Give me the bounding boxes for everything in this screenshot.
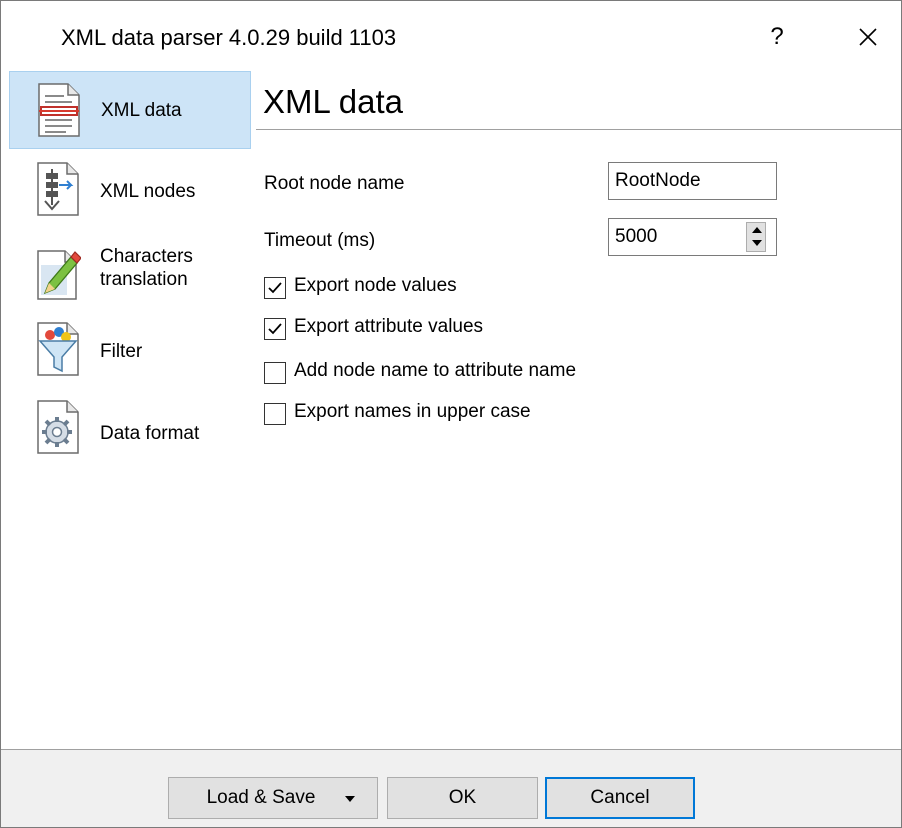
sidebar-item-label: Characters translation [100,246,193,290]
window-title: XML data parser 4.0.29 build 1103 [61,25,397,50]
sidebar-item-label: XML nodes [100,181,196,202]
title-bar: XML data parser 4.0.29 build 1103 ? [1,1,901,61]
root-node-label: Root node name [264,173,405,194]
sidebar-item-label: Data format [100,423,200,444]
sidebar-item-data-format[interactable]: Data format [9,393,251,471]
close-icon [859,28,877,46]
checkbox-label: Export attribute values [294,316,484,337]
root-node-input[interactable] [608,162,777,200]
checkbox-unchecked-icon[interactable] [264,403,286,425]
checkbox-unchecked-icon[interactable] [264,362,286,384]
checkbox-label: Export node values [294,275,457,296]
checkbox-checked-icon[interactable] [264,318,286,340]
close-button[interactable] [843,15,893,59]
title-divider [256,129,901,130]
pencil-document-icon [37,250,81,300]
filter-funnel-icon [37,322,79,376]
chevron-down-icon[interactable] [345,796,355,802]
sidebar-item-xml-nodes[interactable]: XML nodes [9,153,251,231]
checkbox-label: Add node name to attribute name [294,360,577,381]
spin-down-icon[interactable] [752,240,762,246]
timeout-label: Timeout (ms) [264,230,376,251]
sidebar-item-xml-data[interactable]: XML data [9,71,251,149]
checkbox-checked-icon[interactable] [264,277,286,299]
xml-document-icon [38,83,80,137]
ok-button[interactable]: OK [387,777,538,819]
load-save-button[interactable]: Load & Save [168,777,378,819]
sidebar-item-label: Filter [100,341,143,362]
spin-up-icon[interactable] [752,227,762,233]
dialog-window: XML data parser 4.0.29 build 1103 ? XML … [0,0,902,828]
checkbox-label: Export names in upper case [294,401,531,422]
xml-nodes-icon [37,162,79,216]
cancel-button[interactable]: Cancel [545,777,695,819]
load-save-label: Load & Save [206,787,316,808]
timeout-spinner[interactable] [746,222,766,252]
gear-document-icon [37,400,79,454]
page-title: XML data [263,83,404,120]
footer-bar: Load & Save OK Cancel [1,750,901,827]
sidebar-item-label: XML data [101,100,182,121]
help-button[interactable]: ? [753,15,801,59]
sidebar: XML data XML nodes Characters translatio… [1,63,254,743]
sidebar-item-filter[interactable]: Filter [9,313,251,391]
